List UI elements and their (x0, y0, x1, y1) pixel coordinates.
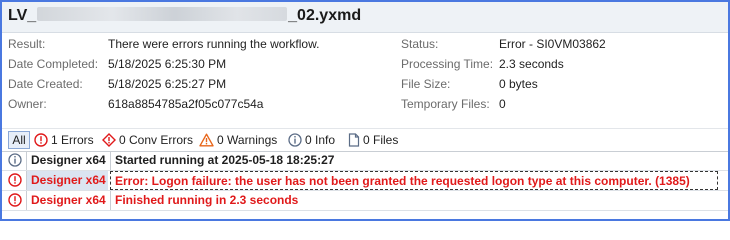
error-icon (8, 193, 22, 207)
filter-info-label: 0 Info (305, 133, 336, 147)
log-source: Designer x64 (26, 191, 108, 210)
filter-conv-errors-button[interactable]: 0 Conv Errors (102, 131, 193, 149)
log-source: Designer x64 (26, 171, 108, 190)
file-icon (348, 133, 360, 147)
title-bar: LV_ _02.yxmd (2, 2, 728, 33)
date-created-value: 5/18/2025 6:25:27 PM (108, 77, 227, 91)
log-row[interactable]: Designer x64 Finished running in 2.3 sec… (2, 191, 728, 211)
processing-time-value: 2.3 seconds (499, 57, 564, 71)
info-icon (288, 133, 302, 147)
filter-warnings-button[interactable]: 0 Warnings (199, 131, 277, 149)
message-filter-toolbar: All 1 Errors 0 Conv Errors 0 Warnings 0 … (2, 128, 728, 152)
log-message: Started running at 2025-05-18 18:25:27 (110, 151, 334, 170)
warning-icon (199, 133, 214, 147)
file-size-value: 0 bytes (499, 77, 538, 91)
workflow-title: LV_ _02.yxmd (8, 7, 361, 25)
log-row[interactable]: Designer x64 Started running at 2025-05-… (2, 151, 728, 171)
log-source: Designer x64 (26, 151, 108, 170)
status-label: Status: (401, 37, 439, 51)
info-icon (8, 153, 22, 167)
owner-label: Owner: (8, 97, 47, 111)
result-value: There were errors running the workflow. (108, 37, 320, 51)
filter-conv-errors-label: 0 Conv Errors (119, 133, 194, 147)
error-icon (8, 173, 22, 187)
date-created-label: Date Created: (8, 77, 83, 91)
title-prefix: LV_ (8, 7, 37, 24)
processing-time-label: Processing Time: (401, 57, 494, 71)
filter-files-button[interactable]: 0 Files (348, 131, 398, 149)
log-message: Error: Logon failure: the user has not b… (110, 171, 718, 190)
log-row[interactable]: Designer x64 Error: Logon failure: the u… (2, 171, 728, 191)
file-size-label: File Size: (401, 77, 451, 91)
filter-errors-label: 1 Errors (51, 133, 94, 147)
filter-errors-button[interactable]: 1 Errors (34, 131, 94, 149)
date-completed-value: 5/18/2025 6:25:30 PM (108, 57, 227, 71)
status-value: Error - SI0VM03862 (499, 37, 606, 51)
result-label: Result: (8, 37, 46, 51)
temporary-files-value: 0 (499, 97, 506, 111)
details-row: Owner: 618a8854785a2f05c077c54a Temporar… (2, 97, 728, 115)
details-row: Date Created: 5/18/2025 6:25:27 PM File … (2, 77, 728, 95)
filter-info-button[interactable]: 0 Info (288, 131, 335, 149)
date-completed-label: Date Completed: (8, 57, 99, 71)
title-suffix: _02.yxmd (288, 7, 362, 24)
temporary-files-label: Temporary Files: (401, 97, 490, 111)
filter-files-label: 0 Files (363, 133, 399, 147)
details-row: Result: There were errors running the wo… (2, 37, 728, 55)
filter-warnings-label: 0 Warnings (217, 133, 278, 147)
details-row: Date Completed: 5/18/2025 6:25:30 PM Pro… (2, 57, 728, 75)
redacted-filename (37, 7, 288, 21)
owner-value: 618a8854785a2f05c077c54a (108, 97, 264, 111)
log-message: Finished running in 2.3 seconds (110, 191, 298, 210)
results-window: LV_ _02.yxmd Result: There were errors ru… (0, 0, 730, 221)
error-icon (34, 133, 48, 147)
conversion-error-icon (102, 132, 116, 147)
filter-all-button[interactable]: All (8, 131, 30, 149)
